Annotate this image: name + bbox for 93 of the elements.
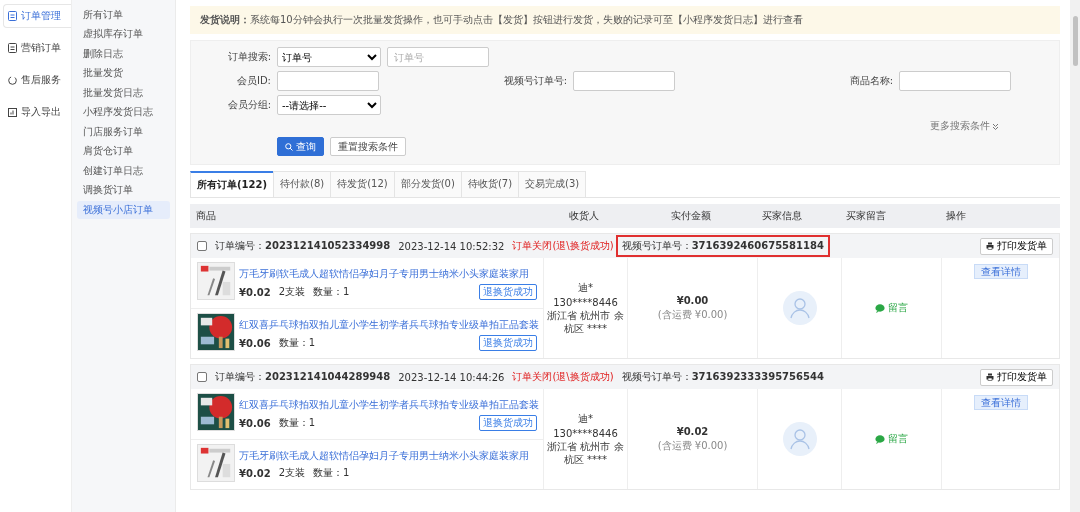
order-time: 2023-12-14 10:44:26 <box>398 371 505 383</box>
product-quantity: 数量：1 <box>313 285 350 299</box>
receiver-address: 浙江省 杭州市 余杭区 **** <box>546 310 625 335</box>
field-label: 视频号订单号: <box>503 74 568 88</box>
video-order-number: 视频号订单号：3716392333395756544 <box>621 370 824 384</box>
column-header: 收货人 <box>569 209 599 223</box>
receiver-name: 迪* <box>578 281 593 295</box>
avatar-icon <box>782 291 817 325</box>
submenu-item[interactable]: 所有订单 <box>77 6 170 24</box>
nav-item[interactable]: 订单管理 <box>3 4 71 28</box>
field-label: 会员ID: <box>236 74 272 88</box>
submenu-item[interactable]: 视频号小店订单 <box>77 201 170 219</box>
video-order-field[interactable] <box>573 71 675 91</box>
video-order-number: 视频号订单号：3716392460675581184 <box>621 239 824 253</box>
paid-amount: ¥0.02 <box>676 425 709 437</box>
column-header: 买家留言 <box>845 209 886 223</box>
field-label: 商品名称: <box>849 74 894 88</box>
status-badge: 退换货成功 <box>479 415 537 431</box>
document-icon <box>8 43 17 53</box>
submenu-item[interactable]: 肩货仓订单 <box>77 142 170 160</box>
order-status: 订单关闭(退\换货成功) <box>512 239 614 253</box>
print-button[interactable]: 打印发货单 <box>980 368 1053 386</box>
chevron-down-icon <box>992 122 999 130</box>
chat-icon <box>875 303 885 313</box>
submenu-item[interactable]: 门店服务订单 <box>77 123 170 141</box>
order-search-field[interactable]: 订单号 <box>387 47 489 67</box>
notice-banner: 发货说明：系统每10分钟会执行一次批量发货操作，也可手动点击【发货】按钮进行发货，失败的记录可至【小程序发货日志】进行查看 <box>190 6 1060 34</box>
order-number: 订单编号：202312141044289948 <box>215 370 391 384</box>
receiver-phone: 130****8446 <box>553 297 618 308</box>
search-icon <box>285 142 293 151</box>
submenu-item[interactable]: 小程序发货日志 <box>77 103 170 121</box>
column-header: 操作 <box>945 209 966 223</box>
status-badge: 退换货成功 <box>479 284 537 300</box>
member-id-field[interactable] <box>277 71 379 91</box>
product-quantity: 数量：1 <box>278 336 315 350</box>
submenu-item[interactable]: 批量发货日志 <box>77 84 170 102</box>
product-link[interactable]: 万毛牙刷软毛成人超软情侣孕妇月子专用男士纳米小头家庭装家用 <box>239 449 529 463</box>
tab[interactable]: 部分发货(0) <box>393 171 462 197</box>
submenu-item[interactable]: 创建订单日志 <box>77 162 170 180</box>
tab[interactable]: 待收货(7) <box>460 171 520 197</box>
product-name-field[interactable] <box>899 71 1011 91</box>
status-badge: 退换货成功 <box>479 335 537 351</box>
order-status: 订单关闭(退\换货成功) <box>512 370 614 384</box>
product-price: ¥0.06 <box>239 417 271 429</box>
tab[interactable]: 所有订单(122) <box>190 171 274 197</box>
product-price: ¥0.02 <box>239 286 271 298</box>
shipping-fee: (含运费 ¥0.00) <box>657 307 728 322</box>
circle-icon <box>8 75 17 85</box>
submenu-item[interactable]: 删除日志 <box>77 45 170 63</box>
document-icon <box>8 11 17 21</box>
product-quantity: 数量：1 <box>278 416 315 430</box>
submenu-item[interactable]: 调换货订单 <box>77 181 170 199</box>
product-price: ¥0.06 <box>239 337 271 349</box>
order-number: 订单编号：202312141052334998 <box>215 239 391 253</box>
view-details-button[interactable]: 查看详情 <box>973 264 1028 279</box>
receiver-address: 浙江省 杭州市 余杭区 **** <box>546 441 625 466</box>
view-details-button[interactable]: 查看详情 <box>973 395 1028 410</box>
column-header: 买家信息 <box>761 209 802 223</box>
product-price: ¥0.02 <box>239 467 271 479</box>
tab[interactable]: 待发货(12) <box>330 171 395 197</box>
column-header: 实付金额 <box>671 209 711 223</box>
field-label: 订单搜索: <box>227 50 272 64</box>
product-spec: 2支装 <box>278 466 305 480</box>
product-link[interactable]: 红双喜乒乓球拍双拍儿童小学生初学者兵乓球拍专业级单拍正品套装 <box>239 318 539 332</box>
avatar-icon <box>782 422 817 456</box>
printer-icon <box>986 373 994 381</box>
print-button[interactable]: 打印发货单 <box>980 237 1053 255</box>
reset-button[interactable]: 重置搜索条件 <box>330 137 406 156</box>
field-label: 会员分组: <box>227 98 272 112</box>
member-group-select[interactable]: --请选择-- <box>277 95 381 115</box>
order-search-select[interactable]: 订单号 <box>277 47 381 67</box>
search-button[interactable]: 查询 <box>277 137 324 156</box>
submenu-item[interactable]: 虚拟库存订单 <box>77 25 170 43</box>
scrollbar-thumb[interactable] <box>1072 16 1078 66</box>
tab[interactable]: 交易完成(3) <box>518 171 587 197</box>
product-link[interactable]: 红双喜乒乓球拍双拍儿童小学生初学者兵乓球拍专业级单拍正品套装 <box>239 398 539 412</box>
shipping-fee: (含运费 ¥0.00) <box>657 438 728 453</box>
product-quantity: 数量：1 <box>313 466 350 480</box>
chart-icon <box>8 107 17 117</box>
product-spec: 2支装 <box>278 285 305 299</box>
receiver-phone: 130****8446 <box>553 428 618 439</box>
submenu-item[interactable]: 批量发货 <box>77 64 170 82</box>
paid-amount: ¥0.00 <box>676 294 709 306</box>
receiver-name: 迪* <box>578 412 593 426</box>
chat-icon <box>875 434 885 444</box>
product-link[interactable]: 万毛牙刷软毛成人超软情侣孕妇月子专用男士纳米小头家庭装家用 <box>239 267 529 281</box>
printer-icon <box>986 242 994 250</box>
order-time: 2023-12-14 10:52:32 <box>398 240 505 252</box>
column-header: 商品 <box>195 209 216 223</box>
tab[interactable]: 待付款(8) <box>273 171 332 197</box>
checkbox[interactable] <box>197 241 207 251</box>
more-conditions-link[interactable]: 更多搜索条件 <box>930 119 999 133</box>
checkbox[interactable] <box>197 372 207 382</box>
